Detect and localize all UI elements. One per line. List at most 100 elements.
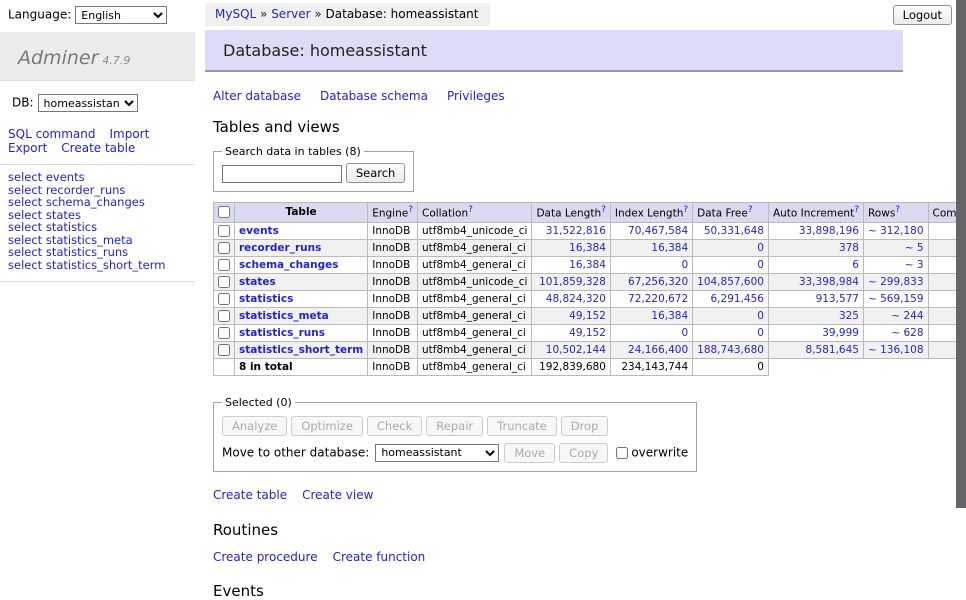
table-name-cell: events <box>235 222 368 239</box>
total-empty-cell <box>214 358 235 375</box>
app-version: 4.7.9 <box>102 54 130 67</box>
table-cell: 33,898,196 <box>768 222 863 239</box>
sidebar-action-link[interactable]: SQL command <box>8 127 95 141</box>
move-row: Move to other database:homeassistantMove… <box>222 443 688 463</box>
breadcrumb-item: Database: homeassistant <box>326 7 479 21</box>
db-select[interactable]: homeassistant <box>38 94 138 112</box>
row-checkbox[interactable] <box>218 344 230 356</box>
search-input[interactable] <box>222 165 342 183</box>
table-link[interactable]: states <box>239 276 276 288</box>
help-link[interactable]: ? <box>748 205 753 215</box>
analyze-button[interactable]: Analyze <box>222 416 287 436</box>
language-select[interactable]: English <box>75 6 167 24</box>
breadcrumb-item[interactable]: MySQL <box>215 7 256 21</box>
table-cell: 24,166,400 <box>610 341 692 358</box>
table-cell: 0 <box>693 307 769 324</box>
engine-cell: InnoDB <box>368 324 418 341</box>
help-link[interactable]: ? <box>854 205 859 215</box>
row-checkbox[interactable] <box>218 293 230 305</box>
sidebar-action-link[interactable]: Export <box>8 141 47 155</box>
row-checkbox[interactable] <box>218 327 230 339</box>
help-link[interactable]: ? <box>408 205 413 215</box>
move-database-select[interactable]: homeassistant <box>375 444 499 462</box>
table-link[interactable]: statistics_meta <box>239 310 329 322</box>
help-link[interactable]: ? <box>601 205 606 215</box>
table-name-cell: schema_changes <box>235 256 368 273</box>
breadcrumb-separator: » <box>311 7 326 21</box>
selected-fieldset: Selected (0) AnalyzeOptimizeCheckRepairT… <box>213 396 697 472</box>
table-link[interactable]: schema_changes <box>239 259 339 271</box>
table-cell: 0 <box>693 358 769 375</box>
table-cell: 72,220,672 <box>610 290 692 307</box>
table-link[interactable]: statistics_short_term <box>239 344 363 356</box>
routine-link[interactable]: Create function <box>333 550 426 564</box>
engine-cell: InnoDB <box>368 290 418 307</box>
engine-cell: InnoDB <box>368 222 418 239</box>
optimize-button[interactable]: Optimize <box>291 416 363 436</box>
copy-button[interactable]: Copy <box>559 443 608 463</box>
move-button[interactable]: Move <box>504 443 555 463</box>
create-link[interactable]: Create view <box>302 488 373 502</box>
search-legend: Search data in tables (8) <box>222 145 364 158</box>
create-links: Create table Create view <box>213 488 956 502</box>
db-action-link[interactable]: Privileges <box>447 89 505 103</box>
engine-cell: InnoDB <box>368 256 418 273</box>
tables-header-row: TableEngine?Collation?Data Length?Index … <box>214 203 966 223</box>
select-all-checkbox[interactable] <box>218 206 230 218</box>
collation-cell: utf8mb4_general_ci <box>418 256 532 273</box>
column-header: Data Free? <box>693 203 769 223</box>
table-cell: 16,384 <box>532 239 610 256</box>
collation-cell: utf8mb4_general_ci <box>418 341 532 358</box>
table-cell: 234,143,744 <box>610 358 692 375</box>
language-label: Language: <box>8 8 71 22</box>
table-cell: 16,384 <box>610 307 692 324</box>
search-button[interactable]: Search <box>346 163 406 183</box>
help-link[interactable]: ? <box>683 205 688 215</box>
breadcrumb-item[interactable]: Server <box>271 7 310 21</box>
row-checkbox[interactable] <box>218 310 230 322</box>
row-checkbox[interactable] <box>218 242 230 254</box>
db-action-link[interactable]: Alter database <box>213 89 301 103</box>
db-selector-row: DB:homeassistant <box>12 94 195 112</box>
create-link[interactable]: Create table <box>213 488 287 502</box>
table-cell: 0 <box>693 239 769 256</box>
truncate-button[interactable]: Truncate <box>487 416 557 436</box>
row-checkbox-cell <box>214 290 235 307</box>
table-link[interactable]: events <box>239 225 279 237</box>
column-header: Auto Increment? <box>768 203 863 223</box>
table-row: statistics_short_termInnoDButf8mb4_gener… <box>214 341 966 358</box>
row-checkbox[interactable] <box>218 259 230 271</box>
sidebar-table-link[interactable]: statistics_short_term <box>46 258 166 272</box>
routines-heading: Routines <box>213 521 956 539</box>
table-link[interactable]: statistics_runs <box>239 327 325 339</box>
repair-button[interactable]: Repair <box>426 416 483 436</box>
routine-link[interactable]: Create procedure <box>213 550 318 564</box>
table-row: schema_changesInnoDButf8mb4_general_ci16… <box>214 256 966 273</box>
sidebar-divider-bottom <box>0 281 195 282</box>
help-link[interactable]: ? <box>468 205 473 215</box>
drop-button[interactable]: Drop <box>561 416 609 436</box>
sidebar-action-link[interactable]: Import <box>109 127 149 141</box>
vertical-scrollbar[interactable] <box>956 0 966 543</box>
table-name-cell: statistics_short_term <box>235 341 368 358</box>
table-link[interactable]: recorder_runs <box>239 242 321 254</box>
help-link[interactable]: ? <box>895 205 900 215</box>
table-cell: 10,502,144 <box>532 341 610 358</box>
table-cell: 325 <box>768 307 863 324</box>
overwrite-checkbox[interactable] <box>616 447 628 459</box>
collation-cell: utf8mb4_general_ci <box>418 290 532 307</box>
table-cell: 378 <box>768 239 863 256</box>
collation-cell: utf8mb4_general_ci <box>418 239 532 256</box>
row-checkbox[interactable] <box>218 225 230 237</box>
check-button[interactable]: Check <box>367 416 422 436</box>
sidebar-action-link[interactable]: Create table <box>61 141 135 155</box>
table-cell: 0 <box>693 256 769 273</box>
table-cell: 0 <box>693 324 769 341</box>
scrollbar-thumb[interactable] <box>956 0 966 508</box>
selected-legend: Selected (0) <box>222 396 295 409</box>
sidebar-select-link[interactable]: select <box>8 258 42 272</box>
db-action-link[interactable]: Database schema <box>320 89 428 103</box>
logout-button[interactable]: Logout <box>893 5 952 25</box>
row-checkbox[interactable] <box>218 276 230 288</box>
table-link[interactable]: statistics <box>239 293 293 305</box>
